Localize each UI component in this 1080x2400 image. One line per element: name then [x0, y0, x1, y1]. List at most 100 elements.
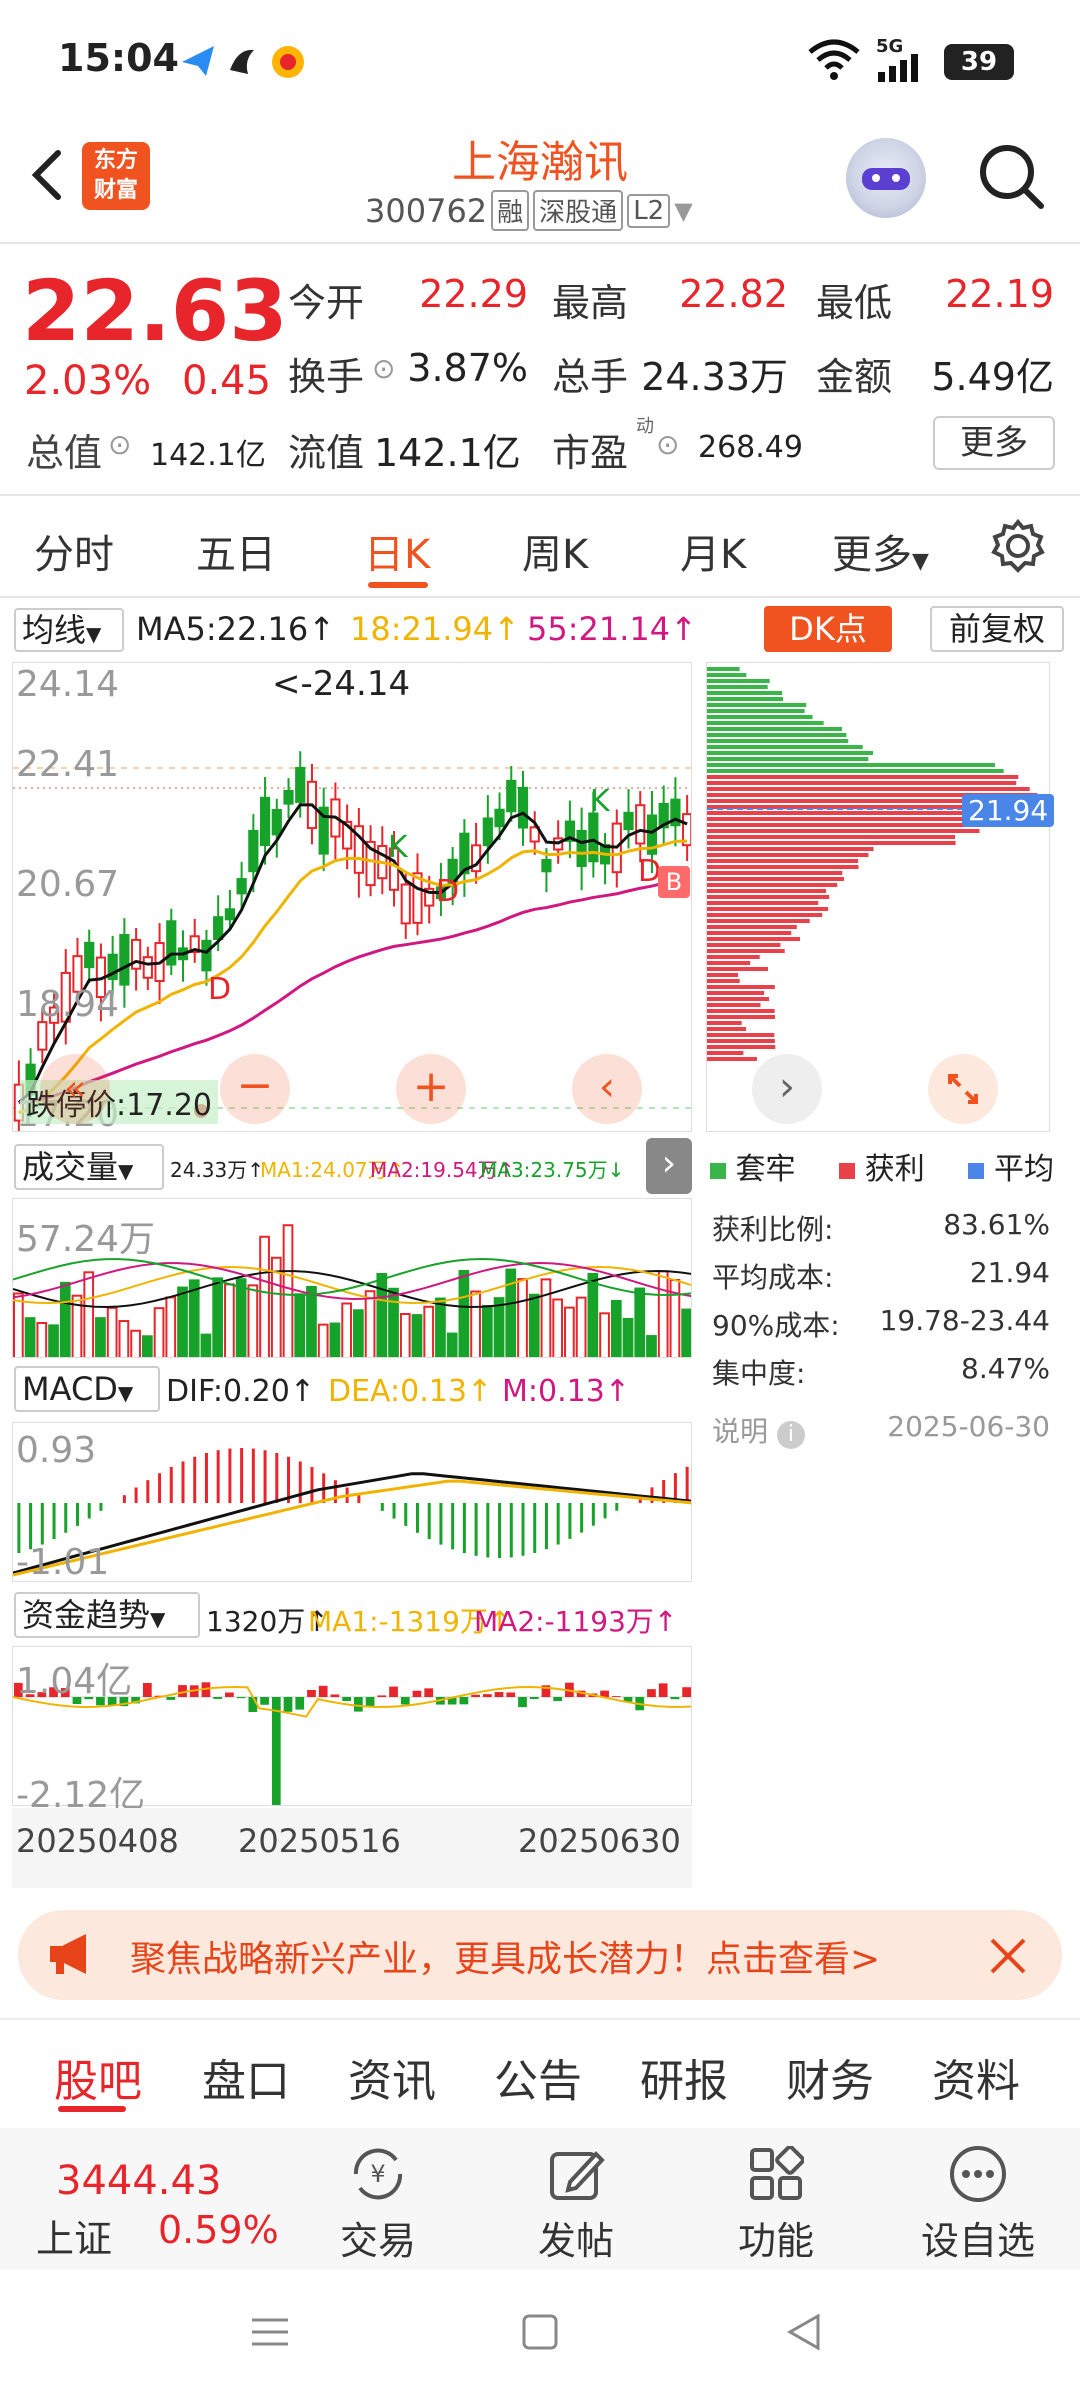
chip-distribution-chart[interactable]	[706, 662, 1050, 1132]
volume-bar	[188, 1279, 200, 1357]
chip-next-button[interactable]: ›	[752, 1054, 822, 1124]
expand-icon[interactable]	[928, 1054, 998, 1124]
candle-body	[142, 956, 153, 979]
chip-note[interactable]: 说明 i	[712, 1410, 805, 1450]
chip-bar	[707, 859, 859, 863]
open-label: 今开	[288, 281, 365, 325]
volume-bar	[294, 1293, 306, 1357]
volume-bar	[59, 1281, 71, 1357]
volume-select[interactable]: 成交量▼	[14, 1144, 164, 1190]
caret-down-icon: ▼	[117, 1381, 134, 1405]
chip-bar	[707, 901, 819, 905]
chip-bar	[707, 1003, 761, 1007]
back-nav-icon[interactable]	[784, 2312, 824, 2352]
tab-guba[interactable]: 股吧	[54, 2045, 142, 2109]
high-value: 22.82	[679, 272, 788, 316]
fund-bar	[658, 1683, 668, 1697]
ma5-line	[17, 803, 688, 1104]
volume-bar	[36, 1322, 48, 1357]
chip-bar	[707, 871, 843, 875]
amount-label: 金额	[816, 355, 893, 399]
fund-bar	[529, 1697, 539, 1700]
banner-text: 聚焦战略新兴产业，更具成长潜力！点击查看>	[130, 1939, 881, 1980]
chip-bar	[707, 751, 873, 755]
volume-bar	[634, 1287, 646, 1357]
tab-profile[interactable]: 资料	[932, 2045, 1020, 2109]
float-value: 142.1亿	[374, 431, 521, 475]
volume-bar	[130, 1329, 141, 1357]
stock-code-line[interactable]: 300762 融 深股通 L2 ▼	[365, 190, 693, 231]
chip-bar	[707, 1021, 742, 1025]
volume-bar	[493, 1297, 505, 1357]
signal-icon	[878, 54, 918, 82]
tab-five-day[interactable]: 五日	[196, 522, 276, 580]
macd-select[interactable]: MACD▼	[14, 1366, 160, 1412]
svg-text:¥: ¥	[370, 2160, 385, 2188]
volume-bar	[540, 1278, 552, 1357]
functions-button[interactable]: 功能	[716, 2210, 836, 2265]
chip-bar	[707, 991, 765, 995]
info-icon[interactable]: ⊙	[656, 428, 679, 461]
trade-button[interactable]: 交易	[318, 2210, 438, 2265]
menu-icon[interactable]	[250, 2312, 290, 2352]
chip-bar	[707, 697, 784, 701]
info-icon[interactable]: ⊙	[372, 352, 395, 385]
candle-body	[623, 811, 634, 831]
add-watchlist-button[interactable]: 设自选	[908, 2210, 1048, 2265]
ma-select[interactable]: 均线▼	[14, 608, 124, 652]
stat-value: 19.78-23.44	[879, 1304, 1050, 1337]
expand-side-button[interactable]: ›	[646, 1138, 692, 1194]
tab-finance[interactable]: 财务	[786, 2045, 874, 2109]
tab-orderbook[interactable]: 盘口	[202, 2045, 290, 2109]
candle-body	[213, 916, 224, 941]
tab-more[interactable]: 更多▼	[832, 522, 929, 580]
tab-day-k[interactable]: 日K	[364, 522, 430, 580]
post-button[interactable]: 发帖	[516, 2210, 636, 2265]
settings-gear-icon[interactable]	[990, 518, 1046, 574]
open-value: 22.29	[419, 272, 528, 316]
index-value[interactable]: 3444.43	[56, 2158, 221, 2204]
tab-announcements[interactable]: 公告	[494, 2045, 582, 2109]
volume-bar	[13, 1292, 24, 1357]
fund-trend-select[interactable]: 资金趋势▼	[14, 1592, 200, 1638]
chip-bar	[707, 691, 783, 695]
fund-bar	[482, 1694, 492, 1697]
adjust-button[interactable]: 前复权	[930, 606, 1064, 652]
stat-label: 获利比例:	[712, 1213, 834, 1246]
scroll-left-far-button[interactable]: «	[40, 1054, 110, 1124]
fund-bar	[142, 1683, 152, 1697]
index-percent: 0.59%	[158, 2208, 279, 2252]
zoom-out-button[interactable]: −	[220, 1054, 290, 1124]
dk-point-button[interactable]: DK点	[764, 606, 892, 652]
y-tick-3: 20.67	[16, 864, 120, 905]
fund-bar	[400, 1697, 410, 1705]
tab-news[interactable]: 资讯	[348, 2045, 436, 2109]
fund-bar	[225, 1692, 234, 1697]
volume-value: 24.33万↑	[170, 1158, 265, 1182]
tab-week-k[interactable]: 周K	[522, 522, 588, 580]
fund-bar	[283, 1697, 293, 1712]
more-quote-button[interactable]: 更多	[933, 416, 1055, 470]
home-icon[interactable]	[520, 2312, 560, 2352]
volume-label: 总手	[552, 355, 629, 399]
info-icon[interactable]: ⊙	[108, 428, 131, 461]
candle-body	[119, 933, 130, 986]
tab-month-k[interactable]: 月K	[680, 522, 746, 580]
tab-intraday[interactable]: 分时	[34, 522, 114, 580]
wifi-icon	[808, 39, 860, 80]
close-icon[interactable]	[988, 1936, 1028, 1976]
chip-bar	[707, 1051, 744, 1055]
tab-research[interactable]: 研报	[640, 2045, 728, 2109]
volume-bar	[423, 1305, 435, 1357]
scroll-left-button[interactable]: ‹	[572, 1054, 642, 1124]
search-icon[interactable]	[975, 140, 1047, 212]
macd-chart[interactable]	[12, 1422, 692, 1582]
candle-body	[412, 872, 423, 924]
volume-bar	[411, 1314, 423, 1357]
zoom-in-button[interactable]: +	[396, 1054, 466, 1124]
robot-avatar[interactable]	[846, 138, 926, 218]
caret-down-icon: ▼	[674, 196, 693, 225]
status-bar: 15:04 5G 39	[0, 0, 1080, 120]
candle-body	[37, 1021, 48, 1051]
fund-bar	[553, 1697, 563, 1702]
